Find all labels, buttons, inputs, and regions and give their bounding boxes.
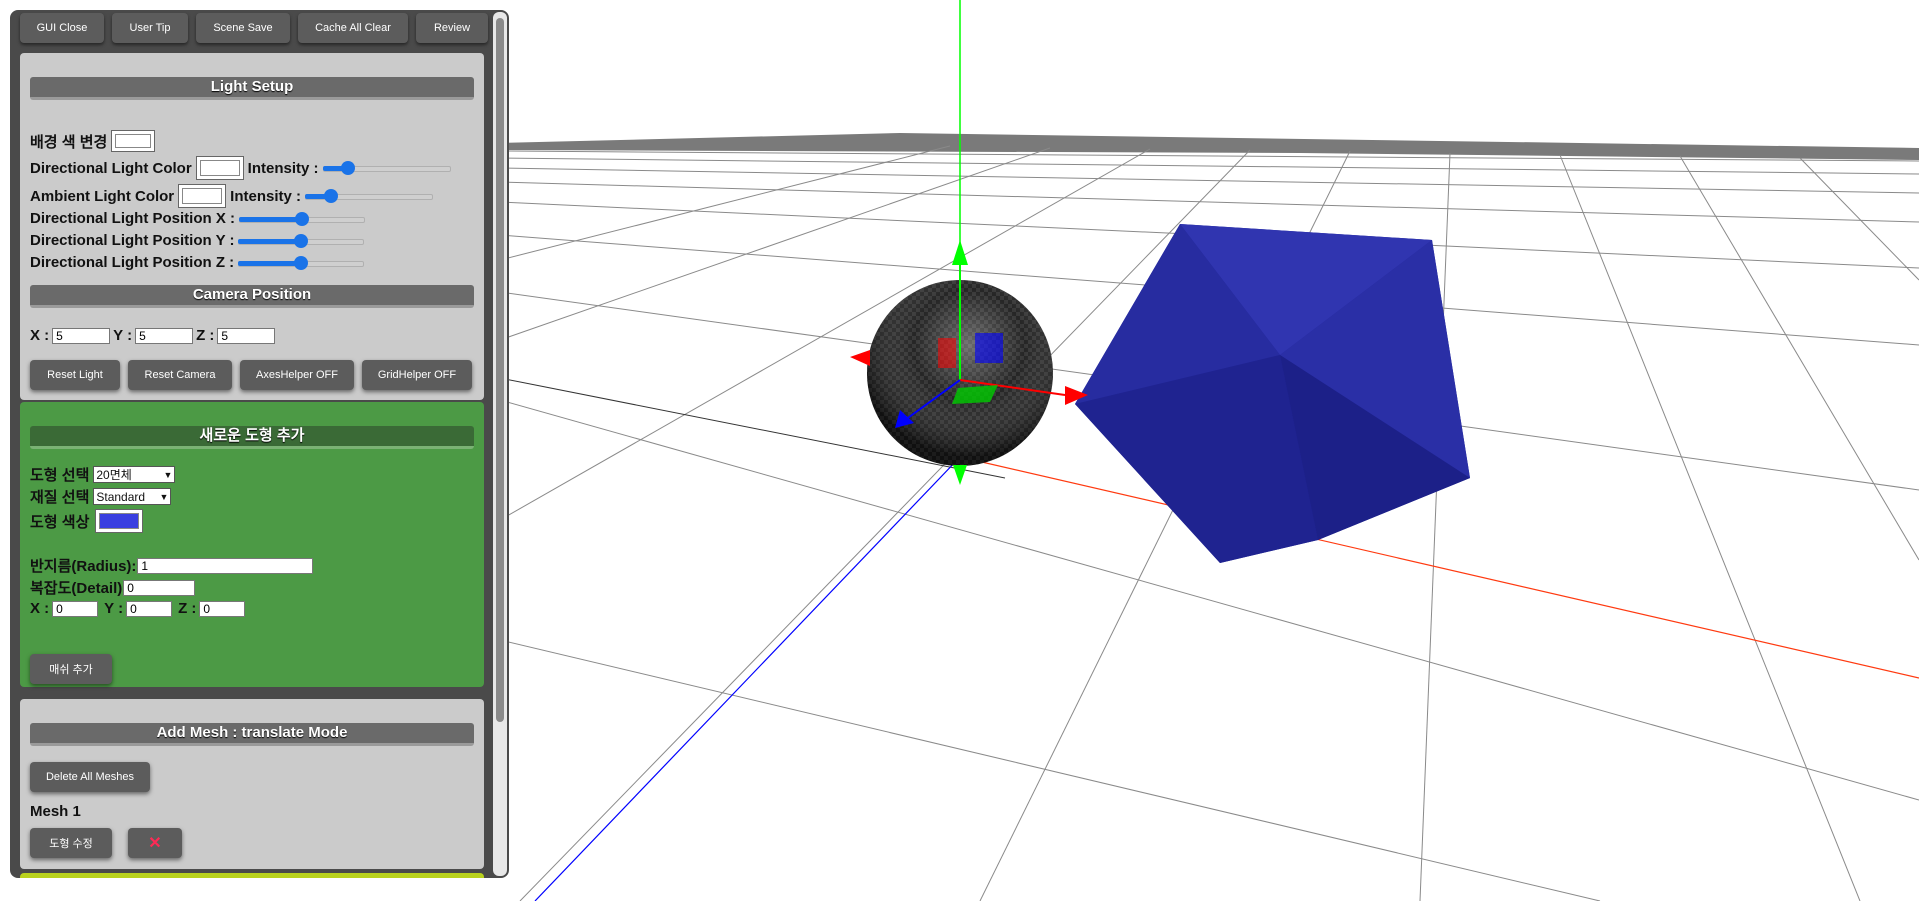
camera-x-label: X : [30,327,50,344]
axis-line-z [534,456,961,901]
light-pos-x-slider[interactable] [239,211,366,226]
light-setup-title: Light Setup [30,77,474,100]
camera-position-title: Camera Position [30,285,474,308]
grid-helper-button[interactable]: GridHelper OFF [362,360,472,390]
radius-row: 반지름(Radius): [30,555,314,576]
radius-input[interactable] [137,557,314,574]
camera-z-input[interactable] [217,327,276,344]
add-mesh-button[interactable]: 매쉬 추가 [30,654,112,684]
dir-intensity-slider[interactable] [322,161,451,175]
bg-color-picker[interactable] [111,130,156,152]
dir-light-row: Directional Light Color Intensity : [30,156,451,180]
detail-input[interactable] [123,579,196,596]
camera-z-label: Z : [196,327,215,344]
light-pos-z-slider[interactable] [238,255,365,270]
shape-select-row: 도형 선택 20면체 ▼ [30,464,176,485]
camera-y-label: Y : [113,327,133,344]
material-select[interactable]: Standard ▼ [93,488,172,505]
camera-xyz-row: X : Y : Z : [30,327,278,344]
close-icon: ✕ [148,835,162,852]
new-shape-title: 새로운 도형 추가 [30,426,474,449]
cache-clear-button[interactable]: Cache All Clear [298,13,408,43]
gui-panel: GUI Close User Tip Scene Save Cache All … [10,10,509,878]
gizmo-xy-plane[interactable] [938,338,956,368]
light-pos-y-row: Directional Light Position Y : [30,232,365,249]
pos-y-input[interactable] [126,600,173,617]
gizmo-x-neg-arrow[interactable] [850,350,870,366]
new-shape-section: 새로운 도형 추가 도형 선택 20면체 ▼ 재질 선택 Standard ▼ … [20,402,484,687]
dir-light-color-label: Directional Light Color [30,159,192,177]
dir-light-color-picker[interactable] [195,156,244,180]
gizmo-y-arrow[interactable] [952,240,968,265]
camera-x-input[interactable] [52,327,111,344]
light-pos-z-row: Directional Light Position Z : [30,254,365,271]
detail-label: 복잡도(Detail) [30,580,123,597]
bg-color-row: 배경 색 변경 [30,130,159,152]
pos-y-label: Y : [104,600,124,617]
shape-select-value: 20면체 [96,468,132,482]
material-select-label: 재질 선택 [30,489,90,506]
mesh-1-label: Mesh 1 [30,803,81,820]
gui-toolbar: GUI Close User Tip Scene Save Cache All … [20,13,488,43]
pos-z-label: Z : [178,600,197,617]
chevron-down-icon: ▼ [159,491,169,502]
shape-select-label: 도형 선택 [30,467,90,484]
material-select-value: Standard [96,489,146,504]
pos-x-input[interactable] [52,600,99,617]
dir-intensity-label: Intensity : [247,159,319,177]
radius-label: 반지름(Radius): [30,558,137,575]
reset-light-button[interactable]: Reset Light [30,360,120,390]
amb-intensity-slider[interactable] [305,189,433,203]
gizmo-yz-plane[interactable] [975,333,1003,363]
review-button[interactable]: Review [416,13,488,43]
amb-light-color-picker[interactable] [178,184,227,208]
light-pos-y-slider[interactable] [238,233,365,248]
material-select-row: 재질 선택 Standard ▼ [30,486,172,507]
gizmo-y-neg-arrow[interactable] [953,465,967,485]
icosahedron-mesh[interactable] [1075,224,1470,563]
chevron-down-icon: ▼ [163,469,173,480]
edit-mesh-button[interactable]: 도형 수정 [30,828,112,858]
gui-scrollbar[interactable] [493,12,507,876]
amb-intensity-label: Intensity : [230,187,301,205]
add-mesh-title: Add Mesh : translate Mode [30,723,474,746]
mesh-name: Mesh 1 [30,803,81,820]
gui-close-button[interactable]: GUI Close [20,13,104,43]
light-pos-y-label: Directional Light Position Y : [30,232,235,249]
gui-scrollbar-thumb[interactable] [496,18,504,722]
scene-save-button[interactable]: Scene Save [196,13,290,43]
user-tip-button[interactable]: User Tip [112,13,188,43]
delete-all-meshes-button[interactable]: Delete All Meshes [30,762,150,792]
camera-y-input[interactable] [135,327,194,344]
shape-select[interactable]: 20면체 ▼ [93,466,176,483]
detail-row: 복잡도(Detail) [30,577,196,598]
shape-color-row: 도형 색상 [30,509,147,533]
next-section-peek [20,873,484,878]
bg-color-label: 배경 색 변경 [30,133,108,151]
amb-light-color-label: Ambient Light Color [30,187,175,205]
light-pos-z-label: Directional Light Position Z : [30,254,235,271]
add-mesh-section: Add Mesh : translate Mode Delete All Mes… [20,699,484,869]
light-pos-x-row: Directional Light Position X : [30,210,366,227]
axes-helper-button[interactable]: AxesHelper OFF [240,360,354,390]
position-row: X : Y : Z : [30,600,251,617]
pos-z-input[interactable] [199,600,246,617]
delete-mesh-button[interactable]: ✕ [128,828,182,858]
shape-color-label: 도형 색상 [30,513,90,531]
light-setup-section: Light Setup 배경 색 변경 Directional Light Co… [20,53,484,400]
amb-light-row: Ambient Light Color Intensity : [30,184,433,208]
light-pos-x-label: Directional Light Position X : [30,210,236,227]
shape-color-picker[interactable] [95,509,144,533]
pos-x-label: X : [30,600,50,617]
reset-camera-button[interactable]: Reset Camera [128,360,232,390]
